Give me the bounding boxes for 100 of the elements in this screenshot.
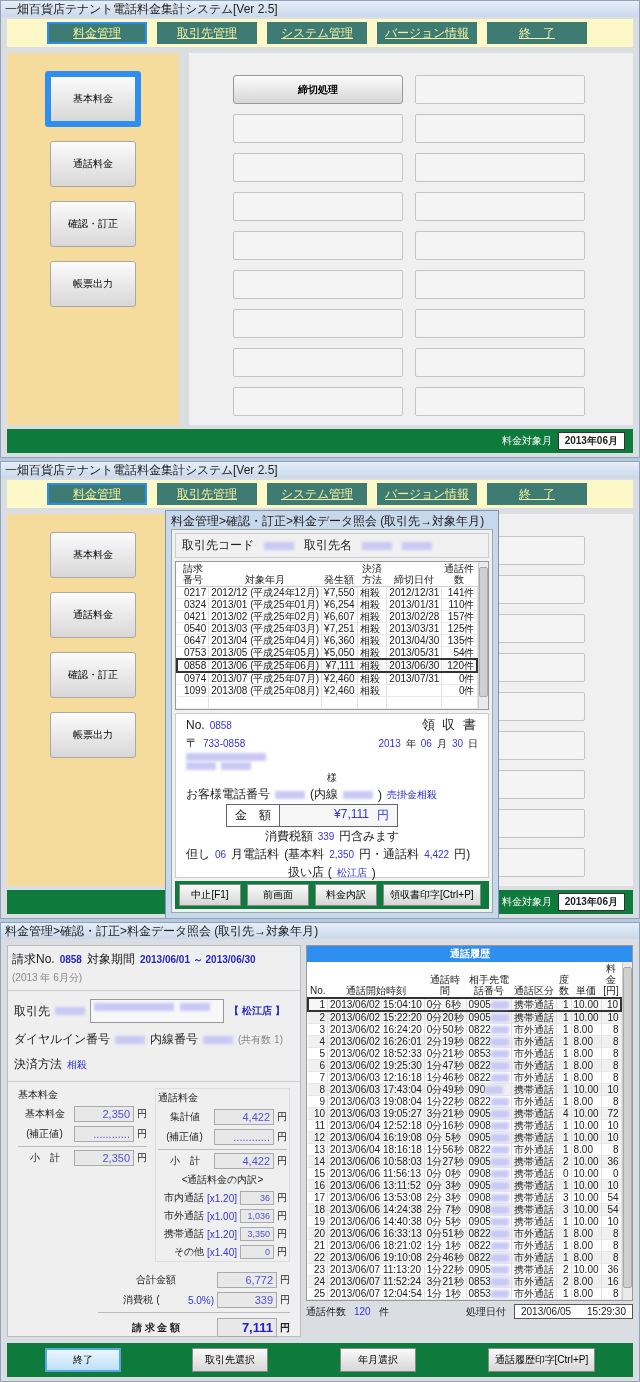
table-row[interactable]: 9 2013/06/03 19:08:04 1分22秒 0822 市外通話 1 8.00 8 — [308, 1095, 621, 1108]
table-cell: 携帯通話 — [514, 1264, 555, 1275]
table-row[interactable]: 1 2013/06/02 15:04:10 0分 6秒 0905 携帯通話 1 10.00 10 — [308, 998, 621, 1011]
label-text: 請求No. — [12, 951, 55, 968]
table-cell: 携帯通話 — [514, 1132, 555, 1143]
table-row[interactable]: 19 2013/06/06 14:40:38 0分 5秒 0905 携帯通話 1 10.00 10 — [308, 1215, 621, 1228]
table-row[interactable]: 5 2013/06/02 18:52:33 0分21秒 0853 市外通話 1 8.00 8 — [308, 1047, 621, 1060]
table-row[interactable]: 18 2013/06/06 14:24:38 2分 7秒 0908 携帯通話 3 10.00 54 — [308, 1203, 621, 1216]
dialog-button[interactable]: 前画面 — [247, 884, 309, 906]
table-row[interactable]: 1099 2013/08 (平成25年08月) ¥2,460 相殺 0件 — [177, 684, 477, 697]
table-row[interactable]: 10 2013/06/03 19:05:27 3分21秒 0905 携帯通話 4 10.00 72 — [308, 1107, 621, 1120]
link-text[interactable]: 松江店 — [336, 865, 367, 880]
sidebar-button[interactable]: 帳票出力 — [50, 712, 136, 758]
menu-tab[interactable]: 取引先管理 — [157, 22, 257, 44]
table-row[interactable]: 14 2013/06/06 10:58:03 1分27秒 0905 携帯通話 2 10.00 36 — [308, 1155, 621, 1168]
menu-tab[interactable]: 料金管理 — [47, 483, 147, 505]
table-row[interactable]: 0217 2012/12 (平成24年12月) ¥7,550 相殺 2012/12/31 141件 — [177, 586, 477, 599]
footer-button[interactable]: 年月選択 — [340, 1348, 416, 1372]
table-row[interactable]: 6 2013/06/02 19:25:30 1分47秒 0822 市外通話 1 8.00 8 — [308, 1059, 621, 1072]
amount-field: 7,111 — [217, 1318, 277, 1337]
scrollbar[interactable] — [478, 562, 488, 709]
table-cell: 0540 — [184, 623, 207, 634]
table-cell: 8 — [612, 1252, 619, 1263]
menu-tab[interactable]: 終 了 — [487, 483, 587, 505]
table-row[interactable]: 16 2013/06/06 13:11:52 0分 3秒 0905 携帯通話 1 10.00 10 — [308, 1179, 621, 1192]
table-cell: 11 — [314, 1120, 326, 1131]
menu-tab[interactable]: バージョン情報 — [377, 483, 477, 505]
table-row[interactable]: 17 2013/06/06 13:53:08 2分 3秒 0908 携帯通話 3 10.00 54 — [308, 1191, 621, 1204]
table-row[interactable]: 0421 2013/02 (平成25年02月) ¥6,607 相殺 2013/02/28 157件 — [177, 610, 477, 623]
menu-tab[interactable]: システム管理 — [267, 483, 367, 505]
table-row[interactable]: 0858 2013/06 (平成25年06月) ¥7,111 相殺 2013/06/30 120件 — [177, 659, 477, 672]
table-cell: 2013/06/06 10:58:03 — [330, 1156, 422, 1167]
sidebar-button[interactable]: 通話料金 — [50, 592, 136, 638]
label-text: 決済方法 — [14, 1056, 62, 1073]
table-row[interactable]: 8 2013/06/03 17:43:04 0分49秒 090 携帯通話 1 10.00 10 — [308, 1083, 621, 1096]
table-row[interactable]: 13 2013/06/04 18:16:18 1分56秒 0822 市外通話 1 8.00 8 — [308, 1143, 621, 1156]
table-row[interactable]: 0540 2013/03 (平成25年03月) ¥7,251 相殺 2013/03/31 125件 — [177, 622, 477, 635]
table-cell: 10.00 — [573, 1168, 599, 1179]
menu-tab[interactable]: システム管理 — [267, 22, 367, 44]
table-row[interactable]: 20 2013/06/06 16:33:13 0分51秒 0822 市外通話 1 8.00 8 — [308, 1227, 621, 1240]
sidebar-button[interactable]: 基本料金 — [45, 71, 141, 127]
footer-button[interactable]: 通話履歴印字[Ctrl+P] — [487, 1348, 596, 1372]
table-cell: 2013/06/06 19:10:08 — [330, 1252, 422, 1263]
table-row[interactable]: 22 2013/06/06 19:10:08 2分46秒 0822 市外通話 1 8.00 8 — [308, 1251, 621, 1264]
sidebar-button[interactable]: 通話料金 — [50, 141, 136, 187]
table-row[interactable]: 21 2013/06/06 18:21:02 1分 1秒 0822 市外通話 1 8.00 8 — [308, 1239, 621, 1252]
table-row[interactable]: 12 2013/06/04 16:19:08 0分 5秒 0905 携帯通話 1 10.00 10 — [308, 1131, 621, 1144]
table-cell: 2分46秒 — [426, 1252, 464, 1263]
menu-tab[interactable]: 終 了 — [487, 22, 587, 44]
table-cell: 2013/06/02 16:26:01 — [330, 1036, 422, 1047]
table-cell: 1 — [562, 1036, 569, 1047]
sidebar-button[interactable]: 基本料金 — [50, 532, 136, 578]
table-cell: 25 — [313, 1288, 326, 1299]
unit-text: 件 — [378, 1304, 389, 1319]
table-cell: 0217 — [184, 587, 207, 598]
table-cell: 0分49秒 — [426, 1084, 464, 1095]
table-cell: 2013/01 (平成25年01月) — [211, 599, 320, 610]
table-cell: 市外通話 — [514, 1144, 555, 1155]
table-cell: 1 — [562, 1072, 569, 1083]
label-text: 処理日付 — [466, 1304, 506, 1319]
dialog-button[interactable]: 領収書印字[Ctrl+P] — [383, 884, 481, 906]
sidebar-button[interactable]: 確認・訂正 — [50, 201, 136, 247]
menu-tab[interactable]: 取引先管理 — [157, 483, 257, 505]
table-cell: 市外通話 — [514, 1024, 555, 1035]
table-row[interactable]: 15 2013/06/06 11:56:13 0分 0秒 0908 携帯通話 0 10.00 0 — [308, 1167, 621, 1180]
sidebar-button[interactable]: 帳票出力 — [50, 261, 136, 307]
field-label: 基本料金 — [23, 1107, 66, 1121]
dialog-button[interactable]: 中止[F1] — [179, 884, 241, 906]
table-cell: 21 — [313, 1240, 326, 1251]
table-row[interactable]: 0324 2013/01 (平成25年01月) ¥6,254 相殺 2013/01/31 110件 — [177, 598, 477, 611]
table-cell: ¥7,111 — [325, 660, 355, 671]
status-label: 料金対象月 — [501, 434, 552, 448]
action-button[interactable]: 締切処理 — [233, 75, 403, 104]
field-label: (補正値) — [25, 1127, 64, 1141]
rate-text: [x1.00] — [206, 1210, 237, 1222]
receipt-title: 領 収 書 — [421, 716, 478, 734]
sidebar-button[interactable]: 確認・訂正 — [50, 652, 136, 698]
label-text: No. — [186, 718, 205, 732]
menu-tab[interactable]: バージョン情報 — [377, 22, 477, 44]
table-row[interactable]: 0647 2013/04 (平成25年04月) ¥6,360 相殺 2013/04/30 135件 — [177, 634, 477, 647]
link-text[interactable]: 売掛金相殺 — [387, 787, 437, 802]
table-cell: 2013/06/06 13:11:52 — [330, 1180, 422, 1191]
table-row[interactable]: 25 2013/06/07 12:04:54 1分 1秒 0853 市外通話 1 8.00 8 — [308, 1287, 621, 1300]
footer-button[interactable]: 終了 — [44, 1348, 121, 1372]
table-cell: 2013/06/06 14:24:38 — [330, 1204, 422, 1215]
table-cell: 2013/06/06 18:21:02 — [330, 1240, 422, 1251]
menu-tab[interactable]: 料金管理 — [47, 22, 147, 44]
unit-text: 円 — [277, 1110, 287, 1124]
table-row[interactable]: 7 2013/06/03 12:16:18 1分46秒 0822 市外通話 1 8.00 8 — [308, 1071, 621, 1084]
table-cell: 2013/06/06 13:53:08 — [330, 1192, 422, 1203]
dialog-button[interactable]: 料金内訳 — [315, 884, 377, 906]
table-row[interactable]: 3 2013/06/02 16:24:20 0分50秒 0822 市外通話 1 8.00 8 — [308, 1023, 621, 1036]
scrollbar[interactable] — [622, 962, 632, 1300]
footer-button[interactable]: 取引先選択 — [192, 1348, 269, 1372]
table-row[interactable]: 11 2013/06/04 12:52:18 0分16秒 0908 携帯通話 1 10.00 10 — [308, 1119, 621, 1132]
table-row[interactable]: 4 2013/06/02 16:26:01 2分19秒 0822 市外通話 1 8.00 8 — [308, 1035, 621, 1048]
table-row[interactable]: 24 2013/06/07 11:52:24 3分21秒 0853 市外通話 2 8.00 16 — [308, 1275, 621, 1288]
table-row[interactable]: 2 2013/06/02 15:22:20 0分20秒 0905 携帯通話 1 10.00 10 — [308, 1011, 621, 1024]
table-row[interactable]: 0974 2013/07 (平成25年07月) ¥2,460 相殺 2013/07/31 0件 — [177, 672, 477, 685]
table-row[interactable]: 23 2013/06/07 11:13:20 1分22秒 0905 携帯通話 2 10.00 36 — [308, 1263, 621, 1276]
